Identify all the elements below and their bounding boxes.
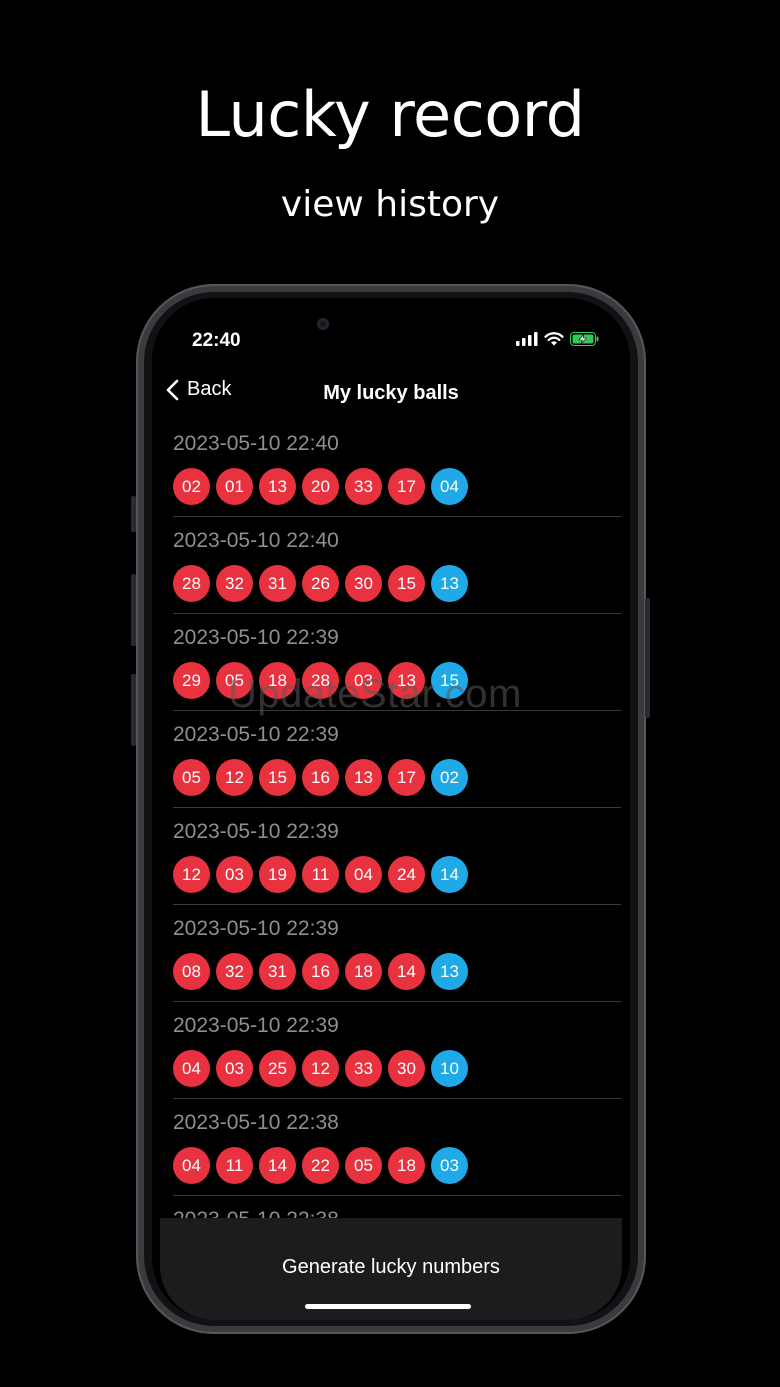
ball-row: 04 03 25 12 33 30 10 [173,1050,468,1087]
red-ball: 04 [173,1147,210,1184]
red-ball: 02 [173,468,210,505]
front-camera [317,318,329,330]
blue-ball: 13 [431,953,468,990]
signal-icon [516,332,538,346]
watermark: UpdateStar.com [228,672,522,716]
red-ball: 18 [388,1147,425,1184]
red-ball: 32 [216,565,253,602]
red-ball: 05 [345,1147,382,1184]
list-item[interactable]: 2023-05-10 22:39 04 03 25 12 33 30 10 [173,1002,621,1099]
record-timestamp: 2023-05-10 22:39 [173,626,339,649]
red-ball: 18 [345,953,382,990]
volume-down-button [131,674,136,746]
list-item[interactable]: 2023-05-10 22:39 05 12 15 16 13 17 02 [173,711,621,808]
record-timestamp: 2023-05-10 22:40 [173,529,339,552]
record-timestamp: 2023-05-10 22:39 [173,1014,339,1037]
red-ball: 25 [259,1050,296,1087]
blue-ball: 04 [431,468,468,505]
volume-up-button [131,574,136,646]
battery-charging-icon [570,332,599,346]
red-ball: 19 [259,856,296,893]
ball-row: 04 11 14 22 05 18 03 [173,1147,468,1184]
home-indicator [305,1304,471,1309]
red-ball: 16 [302,759,339,796]
red-ball: 17 [388,759,425,796]
red-ball: 17 [388,468,425,505]
record-timestamp: 2023-05-10 22:39 [173,723,339,746]
blue-ball: 02 [431,759,468,796]
list-item[interactable]: 2023-05-10 22:38 [173,1196,621,1220]
record-timestamp: 2023-05-10 22:38 [173,1111,339,1134]
blue-ball: 10 [431,1050,468,1087]
ball-row: 28 32 31 26 30 15 13 [173,565,468,602]
red-ball: 13 [345,759,382,796]
status-time: 22:40 [192,330,241,351]
list-item[interactable]: 2023-05-10 22:40 28 32 31 26 30 15 13 [173,517,621,614]
phone-screen: 22:40 Back My lucky balls 2023-05-10 22:… [152,298,630,1320]
red-ball: 26 [302,565,339,602]
red-ball: 29 [173,662,210,699]
bottom-bar: Generate lucky numbers [160,1218,622,1320]
blue-ball: 03 [431,1147,468,1184]
red-ball: 04 [345,856,382,893]
red-ball: 13 [259,468,296,505]
red-ball: 33 [345,1050,382,1087]
ball-row: 12 03 19 11 04 24 14 [173,856,468,893]
red-ball: 03 [216,856,253,893]
red-ball: 30 [345,565,382,602]
red-ball: 12 [302,1050,339,1087]
red-ball: 04 [173,1050,210,1087]
action-button [131,496,136,532]
promo-title: Lucky record [195,78,585,151]
red-ball: 08 [173,953,210,990]
red-ball: 15 [259,759,296,796]
list-item[interactable]: 2023-05-10 22:39 12 03 19 11 04 24 14 [173,808,621,905]
power-button [645,598,650,718]
blue-ball: 13 [431,565,468,602]
red-ball: 28 [173,565,210,602]
ball-row: 08 32 31 16 18 14 13 [173,953,468,990]
red-ball: 11 [216,1147,253,1184]
list-item[interactable]: 2023-05-10 22:40 02 01 13 20 33 17 04 [173,420,621,517]
red-ball: 22 [302,1147,339,1184]
red-ball: 05 [173,759,210,796]
list-item[interactable]: 2023-05-10 22:39 08 32 31 16 18 14 13 [173,905,621,1002]
red-ball: 31 [259,565,296,602]
list-item[interactable]: 2023-05-10 22:38 04 11 14 22 05 18 03 [173,1099,621,1196]
ball-row: 05 12 15 16 13 17 02 [173,759,468,796]
promo-subtitle: view history [280,184,500,225]
red-ball: 01 [216,468,253,505]
record-timestamp: 2023-05-10 22:39 [173,917,339,940]
red-ball: 31 [259,953,296,990]
red-ball: 11 [302,856,339,893]
red-ball: 14 [388,953,425,990]
red-ball: 20 [302,468,339,505]
records-list[interactable]: 2023-05-10 22:40 02 01 13 20 33 17 04 2023-05-10… [173,420,621,1220]
blue-ball: 14 [431,856,468,893]
record-timestamp: 2023-05-10 22:39 [173,820,339,843]
red-ball: 30 [388,1050,425,1087]
generate-button[interactable]: Generate lucky numbers [160,1256,622,1279]
red-ball: 15 [388,565,425,602]
nav-bar: Back My lucky balls [152,378,630,412]
red-ball: 03 [216,1050,253,1087]
red-ball: 24 [388,856,425,893]
ball-row: 02 01 13 20 33 17 04 [173,468,468,505]
red-ball: 14 [259,1147,296,1184]
wifi-icon [544,332,564,346]
red-ball: 32 [216,953,253,990]
status-icons [516,332,600,346]
red-ball: 12 [173,856,210,893]
red-ball: 33 [345,468,382,505]
red-ball: 12 [216,759,253,796]
record-timestamp: 2023-05-10 22:40 [173,432,339,455]
page-title: My lucky balls [323,382,459,404]
red-ball: 16 [302,953,339,990]
